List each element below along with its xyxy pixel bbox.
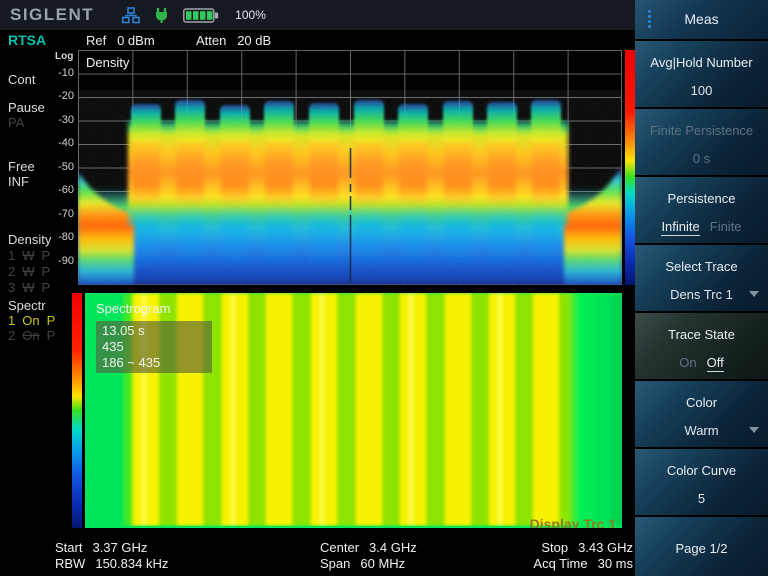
start-label: Start (55, 540, 82, 555)
freq-stop-group: Stop 3.43 GHz Acq Time 30 ms (533, 540, 635, 572)
axis-scale-label: Log (55, 51, 73, 62)
dropdown-arrow-icon[interactable] (749, 291, 759, 297)
span-value: 60 MHz (360, 556, 405, 571)
spectrogram-plot[interactable]: Spectrogram 13.05 s 435 186 ~ 435 Displa… (85, 293, 622, 528)
select-trace-button[interactable]: Select Trace Dens Trc 1 (635, 243, 768, 311)
density-color-scale (625, 50, 635, 285)
spectr-trace-1[interactable]: 1 On P (8, 313, 55, 328)
persistence-option-infinite[interactable]: Infinite (661, 219, 699, 236)
avg-hold-number-button[interactable]: Avg|Hold Number 100 (635, 39, 768, 107)
ref-value: 0 dBm (117, 33, 155, 48)
color-curve-button[interactable]: Color Curve 5 (635, 447, 768, 515)
acq-time-label: Acq Time (533, 556, 587, 571)
acq-time-value: 30 ms (598, 556, 633, 571)
axis-tick: -30 (40, 114, 74, 126)
sidebar-item-pa: PA (8, 115, 24, 130)
atten-label: Atten (196, 33, 226, 48)
spectrogram-color-scale (72, 293, 82, 528)
trace-state-button[interactable]: Trace State On Off (635, 311, 768, 379)
density-plot-canvas (78, 50, 622, 285)
stop-value: 3.43 GHz (578, 540, 633, 555)
atten-value: 20 dB (237, 33, 271, 48)
stop-label: Stop (541, 540, 568, 555)
ref-label: Ref (86, 33, 106, 48)
spectrogram-marker-readout: 13.05 s 435 186 ~ 435 (96, 321, 212, 373)
persistence-button[interactable]: Persistence Infinite Finite (635, 175, 768, 243)
freq-center-group: Center 3.4 GHz Span 60 MHz (320, 540, 417, 572)
density-plot-title: Density (86, 55, 129, 70)
sidebar-item-free[interactable]: Free (8, 159, 35, 174)
brand-logo: SIGLENT (10, 5, 94, 25)
menu-dots-icon[interactable] (648, 10, 651, 28)
spectr-trace-2[interactable]: 2 On P (8, 328, 55, 343)
trace-state-option-off[interactable]: Off (707, 355, 724, 372)
lan-icon (122, 7, 140, 24)
sidebar-item-cont[interactable]: Cont (8, 72, 35, 87)
spectrogram-trace-label: Display Trc 1 (530, 516, 616, 528)
center-value: 3.4 GHz (369, 540, 417, 555)
ref-level[interactable]: Ref 0 dBm (86, 33, 155, 48)
rbw-label: RBW (55, 556, 85, 571)
axis-tick: -20 (40, 90, 74, 102)
battery-icon (183, 8, 219, 23)
persistence-option-finite[interactable]: Finite (710, 219, 742, 236)
marker-range: 186 ~ 435 (102, 355, 206, 371)
density-plot[interactable]: Density (78, 50, 622, 285)
axis-tick: -50 (40, 161, 74, 173)
sidebar-item-spectr[interactable]: Spectr (8, 298, 46, 313)
axis-tick: -60 (40, 184, 74, 196)
trace-state-option-on[interactable]: On (679, 355, 696, 372)
sidebar-item-pause[interactable]: Pause (8, 100, 45, 115)
rbw-value: 150.834 kHz (95, 556, 168, 571)
spectrogram-title: Spectrogram (96, 301, 170, 316)
analyzer-screen: SIGLENT 100% RTS (0, 0, 768, 576)
freq-start-group: Start 3.37 GHz RBW 150.834 kHz (55, 540, 168, 572)
menu-title: Meas (635, 11, 768, 27)
battery-percent: 100% (235, 8, 266, 22)
dropdown-arrow-icon[interactable] (749, 427, 759, 433)
span-label: Span (320, 556, 350, 571)
axis-tick: -90 (40, 255, 74, 267)
color-button[interactable]: Color Warm (635, 379, 768, 447)
power-plug-icon (154, 7, 169, 24)
marker-value: 435 (102, 339, 206, 355)
axis-tick: -10 (40, 67, 74, 79)
axis-tick: -40 (40, 137, 74, 149)
axis-tick: -80 (40, 231, 74, 243)
page-button[interactable]: Page 1/2 (635, 515, 768, 576)
sidebar-item-inf[interactable]: INF (8, 174, 29, 189)
mode-label: RTSA (8, 32, 46, 48)
top-status-bar: SIGLENT 100% (0, 0, 635, 30)
atten-setting[interactable]: Atten 20 dB (196, 33, 271, 48)
finite-persistence-button[interactable]: Finite Persistence 0 s (635, 107, 768, 175)
softkey-menu: Meas Avg|Hold Number 100 Finite Persiste… (635, 0, 768, 576)
axis-tick: -70 (40, 208, 74, 220)
marker-time: 13.05 s (102, 323, 206, 339)
start-value: 3.37 GHz (92, 540, 147, 555)
density-trace-3[interactable]: 3 W P (8, 280, 50, 295)
menu-title-bar[interactable]: Meas (635, 0, 768, 39)
center-label: Center (320, 540, 359, 555)
